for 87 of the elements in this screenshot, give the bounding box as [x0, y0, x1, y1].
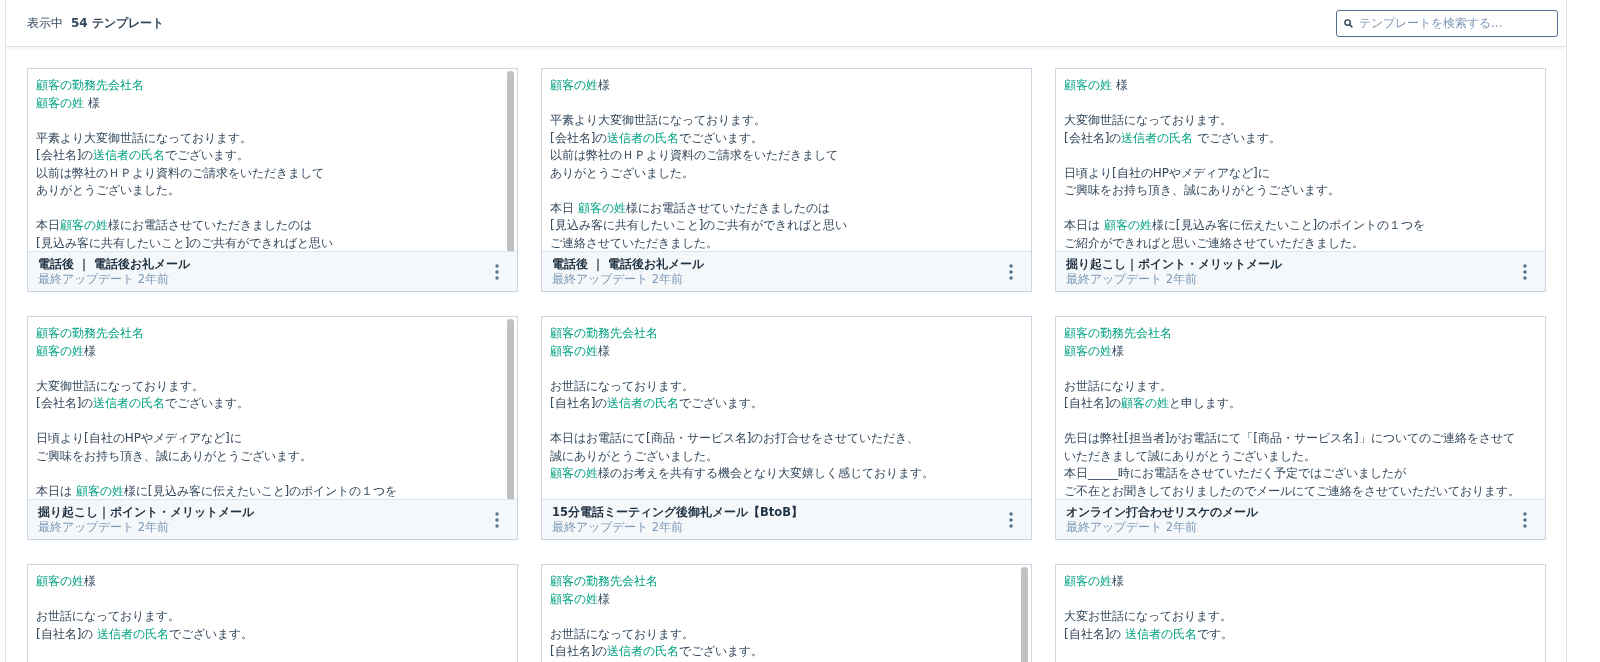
body-line: ご不在とお聞きしておりましたのでメールにてご連絡をさせていただいております。 — [1064, 482, 1521, 499]
body-line: [自社名]の顧客の姓と申します。 — [1064, 395, 1243, 412]
kebab-icon — [495, 264, 499, 280]
template-card[interactable]: 顧客の姓様 平素より大変御世話になっております。 [会社名]の送信者の氏名でございます。 以前は弊社のＨＰより資料のご請求をいただきまして ありがとうございました。 本日 顧客の姓様にお電話させていただきましたのは [見込み客に共有したいこと]のご共有ができればと思い ご連絡させていただきました。 電話後 ｜ 電話後お礼メール 最終アップデート 2年前 — [541, 68, 1032, 292]
body-line: 顧客の勤務先会社名 — [36, 325, 145, 342]
template-card[interactable]: 顧客の勤務先会社名 顧客の姓様 大変御世話になっております。 [会社名]の送信者の氏名でございます。 日頃より[自社のHPやメディアなど]に ご興味をお持ち頂き、誠にありがとうございます。 本日は 顧客の姓様に[見込み客に伝えたいこと]のポイントの１つを 掘り起こし｜ポイント・メリットメール 最終アップデート 2年前 — [27, 316, 518, 540]
body-line: 本日は 顧客の姓様に[見込み客に伝えたいこと]のポイントの１つを — [1064, 217, 1427, 234]
kebab-icon — [1009, 264, 1013, 280]
template-title: 掘り起こし｜ポイント・メリットメール — [38, 504, 254, 520]
template-card[interactable]: 顧客の勤務先会社名 顧客の姓 様 平素より大変御世話になっております。 [会社名]の送信者の氏名でございます。 以前は弊社のＨＰより資料のご請求をいただきまして ありがとうございました。 本日顧客の姓様にお電話させていただきましたのは [見込み客に共有したいこと]のご共有ができればと思い 電話後 ｜ 電話後お礼メール 最終アップデート 2年前 — [27, 68, 518, 292]
body-line: ありがとうございました。 — [550, 164, 695, 182]
body-line: 顧客の姓様 — [550, 77, 611, 94]
body-line: 本日_____時にお電話をさせていただく予定ではございましたが — [1064, 465, 1407, 482]
search-field[interactable]: テンプレートを検索する... — [1336, 9, 1558, 37]
body-line: [会社名]の送信者の氏名 でございます。 — [1064, 129, 1283, 147]
scrollbar-thumb[interactable] — [507, 319, 514, 499]
kebab-icon — [1523, 264, 1527, 280]
body-line: ご連絡させていただきました。 — [550, 234, 719, 251]
body-line: 顧客の勤務先会社名 — [36, 77, 145, 94]
body-line: 大変御世話になっております。 — [36, 377, 205, 395]
body-line: お世話になります。 — [1064, 377, 1173, 395]
last-updated: 最終アップデート 2年前 — [38, 519, 170, 535]
body-line: 顧客の姓様 — [1064, 342, 1125, 360]
body-line: [会社名]の送信者の氏名でございます。 — [550, 129, 765, 147]
last-updated: 最終アップデート 2年前 — [552, 519, 684, 535]
kebab-icon — [495, 512, 499, 528]
body-line: 大変御世話になっております。 — [1064, 112, 1233, 129]
body-line: ご興味をお持ち頂き、誠にありがとうございます。 — [1064, 182, 1341, 199]
body-line: お世話になっております。 — [550, 625, 695, 643]
count-label: 表示中 — [27, 15, 63, 32]
body-line: 以前は弊社のＨＰより資料のご請求をいただきまして — [550, 147, 839, 164]
template-title: オンライン打合わせリスケのメール — [1066, 504, 1258, 520]
body-line: 平素より大変御世話になっております。 — [550, 112, 767, 129]
body-line: 先日は弊社[担当者]がお電話にて「[商品・サービス名]」についてのご連絡をさせて — [1064, 430, 1516, 447]
body-line: 本日はお電話にて[商品・サービス名]のお打合せをさせていただき、 — [550, 430, 921, 447]
body-line: 誠にありがとうございました。 — [550, 447, 719, 465]
template-title: 電話後 ｜ 電話後お礼メール — [38, 256, 190, 272]
template-card[interactable]: 顧客の勤務先会社名 顧客の姓様 お世話になっております。 [自社名]の送信者の氏名でございます。 本日はお電話にて[商品・サービス名]のお打合せをさせていただき、 誠にありがとうございました。 顧客の姓様のお考えを共有する機会となり大変嬉しく感じております。 15分電話ミーティング後御礼メール【BtoB】 最終アップデート 2年前 — [541, 316, 1032, 540]
body-line: いただきまして誠にありがとうございました。 — [1064, 447, 1317, 465]
body-line: [自社名]の送信者の氏名でございます。 — [550, 643, 765, 660]
body-line: 大変お世話になっております。 — [1064, 608, 1233, 625]
body-line: [自社名]の送信者の氏名でございます。 — [550, 395, 765, 412]
template-card[interactable] — [1055, 316, 1546, 540]
last-updated: 最終アップデート 2年前 — [1066, 519, 1198, 535]
body-line: [見込み客に共有したいこと]のご共有ができればと思い — [550, 217, 849, 234]
body-line: 日頃より[自社のHPやメディアなど]に — [36, 430, 243, 447]
template-title: 掘り起こし｜ポイント・メリットメール — [1066, 256, 1282, 272]
body-line: 本日は 顧客の姓様に[見込み客に伝えたいこと]のポイントの１つを — [36, 482, 399, 499]
scrollbar-thumb[interactable] — [507, 71, 514, 251]
last-updated: 最終アップデート 2年前 — [1066, 271, 1198, 287]
template-title: 電話後 ｜ 電話後お礼メール — [552, 256, 704, 272]
body-line: 本日顧客の姓様にお電話させていただきましたのは — [36, 217, 313, 234]
body-line: [見込み客に共有したいこと]のご共有ができればと思い — [36, 234, 335, 251]
body-line: お世話になっております。 — [36, 608, 181, 625]
template-card[interactable]: 顧客の勤務先会社名 顧客の姓様 お世話になっております。 [自社名]の送信者の氏名でございます。 — [541, 564, 1032, 662]
body-line: お世話になっております。 — [550, 377, 695, 395]
body-line: 以前は弊社のＨＰより資料のご請求をいただきまして — [36, 164, 325, 182]
body-line: 平素より大変御世話になっております。 — [36, 129, 253, 147]
template-count: 54 テンプレート — [71, 15, 164, 32]
body-line: 顧客の姓 様 — [1064, 77, 1129, 94]
template-title: 15分電話ミーティング後御礼メール【BtoB】 — [552, 504, 803, 520]
body-line: 顧客の姓様 — [550, 342, 611, 360]
body-line: [自社名]の 送信者の氏名でございます。 — [36, 625, 255, 643]
body-line: 顧客の姓様 — [550, 590, 611, 608]
kebab-icon — [1523, 512, 1527, 528]
template-card[interactable]: 顧客の姓 様 大変御世話になっております。 [会社名]の送信者の氏名 でございます。 日頃より[自社のHPやメディアなど]に ご興味をお持ち頂き、誠にありがとうございます。 本日は 顧客の姓様に[見込み客に伝えたいこと]のポイントの１つを ご紹介ができればと思いご連絡させていただきました。 掘り起こし｜ポイント・メリットメール 最終アップデート 2年前 — [1055, 68, 1546, 292]
body-line: 顧客の姓様 — [1064, 573, 1125, 590]
body-line: [会社名]の送信者の氏名でございます。 — [36, 395, 251, 412]
body-line: 顧客の姓様のお考えを共有する機会となり大変嬉しく感じております。 — [550, 465, 935, 482]
body-line: 顧客の勤務先会社名 — [1064, 325, 1173, 342]
body-line: 顧客の姓様 — [36, 342, 97, 360]
body-line: [会社名]の送信者の氏名でございます。 — [36, 147, 251, 164]
body-line: 顧客の勤務先会社名 — [550, 573, 659, 590]
body-line: [自社名]の 送信者の氏名です。 — [1064, 625, 1235, 643]
body-line: ご紹介ができればと思いご連絡させていただきました。 — [1064, 234, 1365, 251]
body-line: 顧客の姓様 — [36, 573, 97, 590]
body-line: ご興味をお持ち頂き、誠にありがとうございます。 — [36, 447, 313, 465]
body-line: ありがとうございました。 — [36, 182, 181, 199]
template-card[interactable]: 顧客の姓様 大変お世話になっております。 [自社名]の 送信者の氏名です。 — [1055, 564, 1546, 662]
last-updated: 最終アップデート 2年前 — [552, 271, 684, 287]
body-line: 本日 顧客の姓様にお電話させていただきましたのは — [550, 199, 831, 217]
last-updated: 最終アップデート 2年前 — [38, 271, 170, 287]
body-line: 顧客の勤務先会社名 — [550, 325, 659, 342]
body-line: 日頃より[自社のHPやメディアなど]に — [1064, 164, 1271, 182]
body-line: 顧客の姓 様 — [36, 94, 101, 112]
template-card[interactable]: 顧客の姓様 お世話になっております。 [自社名]の 送信者の氏名でございます。 — [27, 564, 518, 662]
kebab-icon — [1009, 512, 1013, 528]
